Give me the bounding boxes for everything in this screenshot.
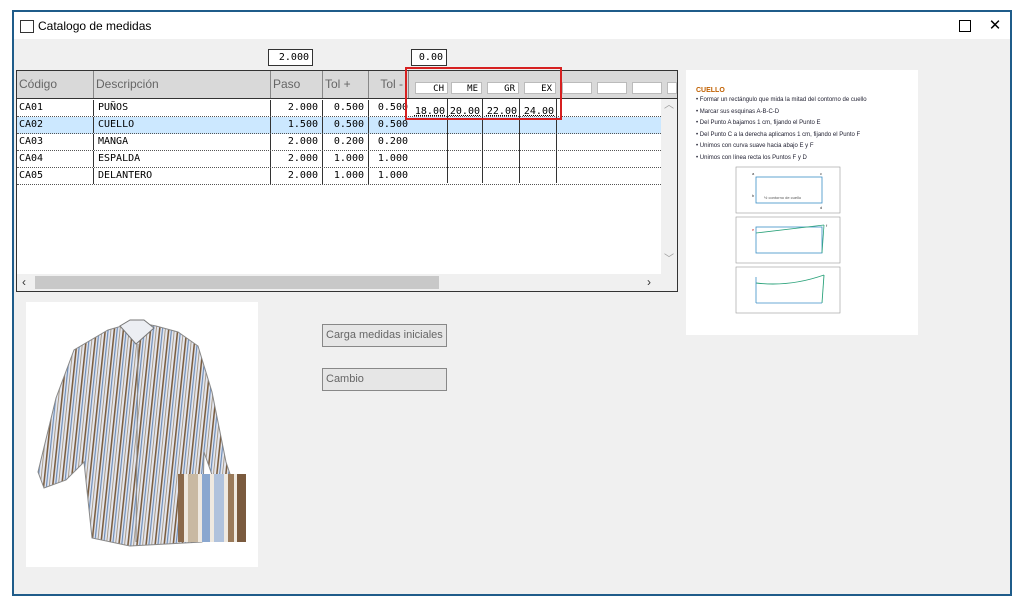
cell-codigo: CA02: [17, 117, 94, 133]
size-value-input[interactable]: 0.00: [411, 49, 447, 66]
instruction-step: Del Punto A bajamos 1 cm, fijando el Pun…: [696, 118, 918, 130]
cell-tol-minus: 0.200: [377, 136, 408, 147]
cell-descripcion: CUELLO: [94, 117, 271, 133]
header-codigo[interactable]: Código: [17, 71, 94, 98]
table-row[interactable]: CA05 DELANTERO 2.000 1.000 1.000: [17, 168, 661, 185]
cell-codigo: CA04: [17, 151, 94, 167]
size-value-ch[interactable]: 18.00: [412, 105, 448, 119]
cell-tol-minus: 0.500: [377, 119, 408, 130]
grid-header: Código Descripción Paso Tol + Tol - CH M…: [17, 71, 677, 99]
size-header-empty: [562, 82, 592, 94]
shirt-illustration: [37, 319, 246, 547]
cell-descripcion: MANGA: [94, 134, 271, 150]
cell-tol-plus: 0.500: [323, 117, 369, 133]
cell-tol-plus: 1.000: [323, 151, 369, 167]
instructions-list: Formar un rectángulo que mida la mitad d…: [696, 95, 918, 164]
table-row[interactable]: CA03 MANGA 2.000 0.200 0.200: [17, 134, 661, 151]
shirt-image: [26, 302, 258, 567]
collar-instructions-panel: CUELLO Formar un rectángulo que mida la …: [686, 70, 918, 335]
cell-descripcion: PUÑOS: [94, 100, 271, 116]
cell-tol-plus: 0.500: [323, 100, 369, 116]
instruction-step: Unimos con línea recta los Puntos F y D: [696, 153, 918, 165]
table-row[interactable]: CA04 ESPALDA 2.000 1.000 1.000: [17, 151, 661, 168]
cell-tol-minus: 0.500: [377, 102, 408, 113]
scroll-right-icon[interactable]: ›: [647, 274, 651, 291]
window-icon: [20, 20, 34, 33]
measures-grid[interactable]: Código Descripción Paso Tol + Tol - CH M…: [16, 70, 678, 292]
window-title: Catalogo de medidas: [38, 19, 152, 33]
horizontal-scroll-thumb[interactable]: [35, 276, 439, 289]
instruction-step: Marcar sus esquinas A-B-C-D: [696, 107, 918, 119]
svg-text:b: b: [752, 193, 755, 198]
svg-text:f: f: [826, 223, 828, 228]
svg-text:d: d: [820, 205, 822, 210]
title-bar: Catalogo de medidas ✕: [14, 12, 1010, 39]
cell-codigo: CA03: [17, 134, 94, 150]
catalog-window: Catalogo de medidas ✕ 2.000 0.00 Código …: [12, 10, 1012, 596]
diagram-step-3: [735, 266, 841, 314]
table-row[interactable]: CA02 CUELLO 1.500 0.500 0.500: [17, 117, 661, 134]
size-value-me[interactable]: 20.00: [448, 105, 483, 119]
horizontal-scrollbar[interactable]: ‹ ›: [17, 274, 677, 291]
cell-tol-minus: 1.000: [377, 170, 408, 181]
header-tol-minus[interactable]: Tol -: [369, 71, 409, 98]
close-button[interactable]: ✕: [982, 15, 1008, 37]
size-header-gr[interactable]: GR: [487, 82, 519, 94]
collar-pattern-diagram: ½ contorno de cuello a b c d e f: [735, 166, 841, 314]
scroll-up-icon[interactable]: ︿: [664, 97, 674, 114]
header-descripcion[interactable]: Descripción: [94, 71, 271, 98]
size-header-empty: [597, 82, 627, 94]
instructions-title: CUELLO: [696, 87, 725, 94]
size-header-empty: [632, 82, 662, 94]
size-value-gr[interactable]: 22.00: [483, 105, 520, 119]
cell-codigo: CA01: [17, 100, 94, 116]
cell-paso: 2.000: [271, 134, 323, 150]
diagram-step-1: ½ contorno de cuello a b c d: [735, 166, 841, 214]
cell-descripcion: DELANTERO: [94, 168, 271, 184]
cell-tol-plus: 0.200: [323, 134, 369, 150]
maximize-button[interactable]: [952, 16, 978, 36]
instruction-step: Unimos con curva suave hacia abajo E y F: [696, 141, 918, 153]
instruction-step: Formar un rectángulo que mida la mitad d…: [696, 95, 918, 107]
size-header-ch[interactable]: CH: [415, 82, 448, 94]
diagram-step-2: e f: [735, 216, 841, 264]
cell-paso: 1.500: [271, 117, 323, 133]
vertical-scrollbar[interactable]: ︿ ﹀: [661, 99, 677, 274]
cell-descripcion: ESPALDA: [94, 151, 271, 167]
cell-paso: 2.000: [271, 151, 323, 167]
cell-paso: 2.000: [271, 100, 323, 116]
header-paso[interactable]: Paso: [271, 71, 323, 98]
load-initial-measures-button[interactable]: Carga medidas iniciales: [322, 324, 447, 347]
cell-paso: 2.000: [271, 168, 323, 184]
cell-tol-minus: 1.000: [377, 153, 408, 164]
size-header-ex[interactable]: EX: [524, 82, 556, 94]
header-tol-plus[interactable]: Tol +: [323, 71, 369, 98]
svg-text:c: c: [820, 171, 822, 176]
svg-text:a: a: [752, 171, 755, 176]
scroll-left-icon[interactable]: ‹: [22, 274, 26, 291]
svg-text:e: e: [752, 227, 755, 232]
diagram-label: ½ contorno de cuello: [764, 195, 802, 200]
paso-input[interactable]: 2.000: [268, 49, 313, 66]
scroll-down-icon[interactable]: ﹀: [664, 251, 674, 268]
cell-codigo: CA05: [17, 168, 94, 184]
size-header-empty: [667, 82, 677, 94]
size-value-ex[interactable]: 24.00: [520, 105, 557, 119]
size-header-me[interactable]: ME: [451, 82, 482, 94]
change-button[interactable]: Cambio: [322, 368, 447, 391]
instruction-step: Del Punto C a la derecha aplicamos 1 cm,…: [696, 130, 918, 142]
cell-tol-plus: 1.000: [323, 168, 369, 184]
table-row[interactable]: CA01 PUÑOS 2.000 0.500 0.500: [17, 100, 661, 117]
